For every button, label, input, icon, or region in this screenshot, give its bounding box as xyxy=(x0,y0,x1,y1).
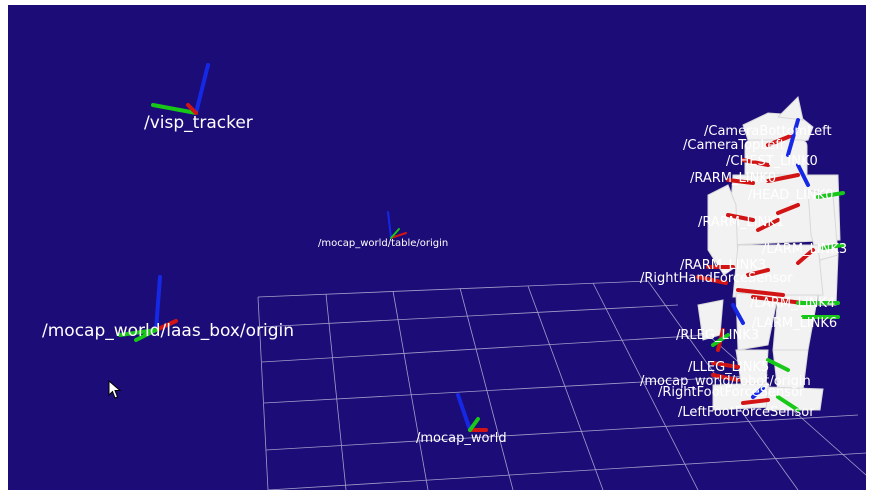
robot-label-larm-link6: /LARM_LINK6 xyxy=(752,316,838,331)
robot-label-lleg-link5: /LLEG_LINK5 xyxy=(688,360,770,375)
frame-label-table-origin: /mocap_world/table/origin xyxy=(318,238,449,249)
robot-label-right-foot-force-sensor: /RightFootForceSensor xyxy=(658,385,805,400)
mouse-pointer-icon xyxy=(108,380,122,399)
frame-label-laas-box-origin: /mocap_world/laas_box/origin xyxy=(42,321,295,341)
robot-label-rarm-link1: /RARM_LINK1 xyxy=(698,215,785,230)
robot-label-right-hand-force-sensor: /RightHandForceSensor xyxy=(640,271,793,286)
robot-label-larm-link4: /LARM_LINK4 xyxy=(750,296,836,311)
robot-label-camera-bottom-left: /CameraBottomLeft xyxy=(704,124,832,139)
frame-label-mocap-world: /mocap_world xyxy=(416,431,507,446)
robot-label-chest-link0: /CHEST_LINK0 xyxy=(726,154,818,169)
table-origin-axes xyxy=(387,211,407,239)
robot-label-head-link0: /HEAD_LINK0 xyxy=(748,188,834,203)
robot-label-rleg-link3: /RLEG_LINK3 xyxy=(676,328,760,343)
frame-label-visp-tracker: /visp_tracker xyxy=(144,113,253,133)
rviz-render-panel: /visp_tracker /mocap_world/table/origin … xyxy=(0,0,873,498)
robot-label-left-foot-force-sensor: /LeftFootForceSensor xyxy=(678,405,815,420)
3d-viewport[interactable]: /visp_tracker /mocap_world/table/origin … xyxy=(8,5,866,490)
robot-label-larm-link3: /LARM_LINK3 xyxy=(762,242,848,257)
visp-tracker-axes xyxy=(151,63,210,115)
robot-label-camera-top-left: /CameraTopLeft xyxy=(683,138,785,153)
mocap-world-axes xyxy=(456,393,488,432)
robot-label-rarm-link0: /RARM_LINK0 xyxy=(690,171,777,186)
